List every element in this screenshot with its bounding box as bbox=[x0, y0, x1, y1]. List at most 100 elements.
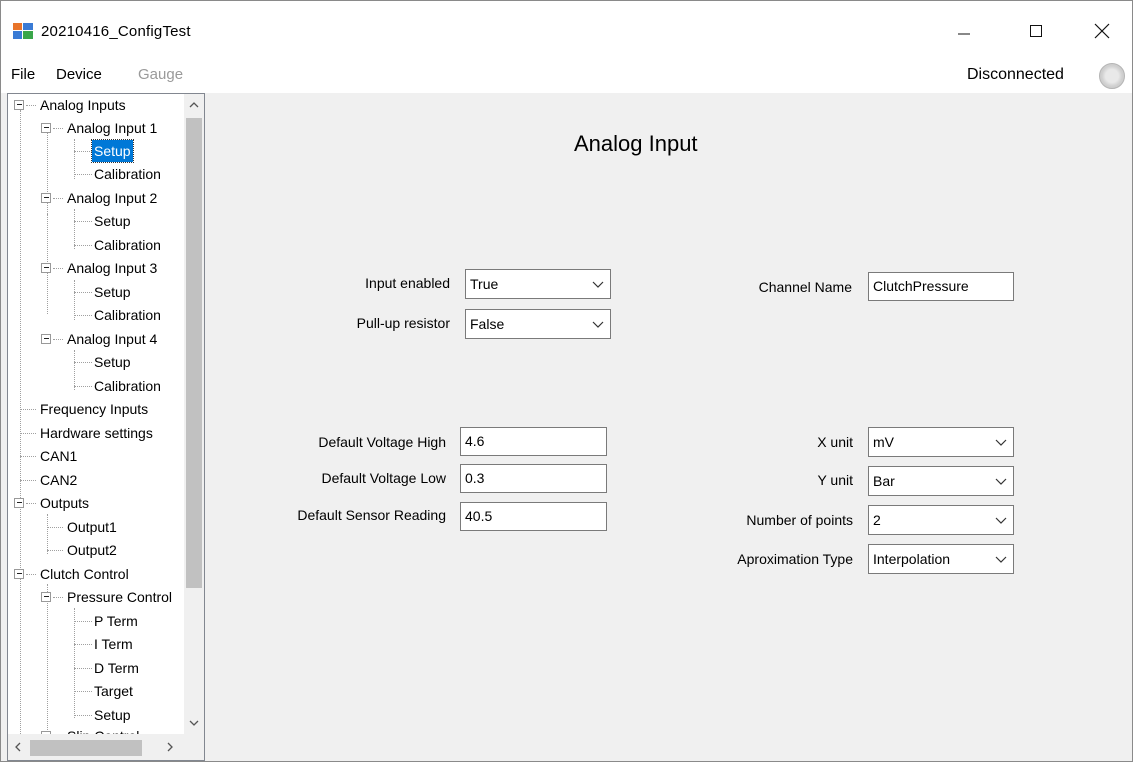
chevron-down-icon bbox=[189, 720, 199, 726]
approximation-type-value: Interpolation bbox=[873, 551, 951, 567]
tree-node-label: Setup bbox=[94, 354, 131, 370]
tree-connector bbox=[74, 209, 75, 249]
horizontal-scroll-thumb[interactable] bbox=[30, 740, 142, 756]
voltage-low-field[interactable]: 0.3 bbox=[460, 464, 607, 493]
tree-node-label: Hardware settings bbox=[40, 425, 153, 441]
tree-connector bbox=[74, 350, 75, 390]
tree-node-label: Calibration bbox=[94, 237, 161, 253]
chevron-left-icon bbox=[15, 742, 21, 752]
tree-items: Analog Inputs Analog Input 1 Setup Calib… bbox=[8, 94, 184, 734]
sensor-reading-field[interactable]: 40.5 bbox=[460, 502, 607, 531]
scroll-right-button[interactable] bbox=[160, 734, 180, 760]
number-of-points-value: 2 bbox=[873, 512, 881, 528]
sensor-reading-value: 40.5 bbox=[465, 508, 493, 524]
tree-connector bbox=[47, 514, 48, 554]
collapse-icon[interactable] bbox=[41, 193, 51, 203]
approximation-type-dropdown[interactable]: Interpolation bbox=[868, 544, 1014, 574]
menu-gauge[interactable]: Gauge bbox=[138, 66, 183, 83]
tree-node-label: Slip Control bbox=[65, 725, 141, 734]
y-unit-label: Y unit bbox=[817, 472, 853, 488]
tree-node-label: Calibration bbox=[94, 166, 161, 182]
x-unit-value: mV bbox=[873, 434, 894, 450]
menu-bar: File Device Gauge Disconnected bbox=[1, 59, 1132, 93]
x-unit-dropdown[interactable]: mV bbox=[868, 427, 1014, 457]
tree-connector bbox=[74, 608, 75, 718]
sensor-reading-label: Default Sensor Reading bbox=[297, 507, 446, 523]
tree-node-label: Target bbox=[94, 683, 133, 699]
scroll-left-button[interactable] bbox=[8, 734, 28, 760]
voltage-low-label: Default Voltage Low bbox=[321, 470, 446, 486]
number-of-points-label: Number of points bbox=[746, 512, 853, 528]
tree-connector bbox=[74, 139, 75, 179]
channel-name-field[interactable]: ClutchPressure bbox=[868, 272, 1014, 301]
collapse-icon[interactable] bbox=[41, 592, 51, 602]
tree-node-label: Calibration bbox=[94, 378, 161, 394]
close-icon bbox=[1094, 23, 1110, 39]
tree-node-label: Analog Input 1 bbox=[67, 120, 158, 136]
minimize-button[interactable] bbox=[941, 11, 987, 51]
tree-node-label: CAN1 bbox=[40, 448, 78, 464]
horizontal-scrollbar[interactable] bbox=[8, 734, 204, 760]
tree-node-label: Outputs bbox=[40, 495, 90, 511]
tree-node-label: Output1 bbox=[67, 519, 117, 535]
voltage-low-value: 0.3 bbox=[465, 470, 485, 486]
scroll-up-button[interactable] bbox=[184, 94, 204, 116]
scroll-corner bbox=[184, 734, 204, 760]
maximize-icon bbox=[1030, 25, 1042, 37]
tree-node-label: Setup bbox=[94, 707, 131, 723]
vertical-scroll-thumb[interactable] bbox=[186, 118, 202, 588]
menu-device[interactable]: Device bbox=[56, 66, 102, 83]
minimize-icon bbox=[958, 33, 970, 35]
voltage-high-label: Default Voltage High bbox=[318, 434, 446, 450]
tree-connector bbox=[47, 584, 48, 734]
tree-connector bbox=[74, 280, 75, 320]
collapse-icon[interactable] bbox=[41, 334, 51, 344]
input-enabled-dropdown[interactable]: True bbox=[465, 269, 611, 299]
tree-node-label: D Term bbox=[94, 660, 139, 676]
collapse-icon[interactable] bbox=[14, 498, 24, 508]
tree-node-label: Pressure Control bbox=[67, 589, 173, 605]
app-window: 20210416_ConfigTest File Device Gauge Di… bbox=[0, 0, 1133, 762]
window-title: 20210416_ConfigTest bbox=[41, 23, 191, 40]
maximize-button[interactable] bbox=[1013, 11, 1059, 51]
scroll-down-button[interactable] bbox=[184, 712, 204, 734]
page-title: Analog Input bbox=[574, 131, 698, 156]
chevron-down-icon bbox=[995, 478, 1007, 485]
tree-node-label: Analog Input 3 bbox=[67, 260, 158, 276]
collapse-icon[interactable] bbox=[14, 100, 24, 110]
navigation-tree[interactable]: Analog Inputs Analog Input 1 Setup Calib… bbox=[7, 93, 205, 761]
pullup-resistor-dropdown[interactable]: False bbox=[465, 309, 611, 339]
chevron-down-icon bbox=[995, 439, 1007, 446]
channel-name-value: ClutchPressure bbox=[873, 278, 969, 294]
channel-name-label: Channel Name bbox=[758, 279, 852, 295]
chevron-down-icon bbox=[995, 556, 1007, 563]
voltage-high-value: 4.6 bbox=[465, 433, 485, 449]
voltage-high-field[interactable]: 4.6 bbox=[460, 427, 607, 456]
tree-node-label: Setup bbox=[94, 284, 131, 300]
title-bar[interactable]: 20210416_ConfigTest bbox=[1, 1, 1132, 59]
tree-node-label: Output2 bbox=[67, 542, 117, 558]
chevron-down-icon bbox=[592, 281, 604, 288]
close-button[interactable] bbox=[1079, 11, 1125, 51]
pullup-resistor-label: Pull-up resistor bbox=[356, 315, 450, 331]
tree-node-label: Analog Input 4 bbox=[67, 331, 158, 347]
analog-input-panel: Analog Input Input enabled True Pull-up … bbox=[206, 93, 1132, 761]
connection-led-icon bbox=[1099, 63, 1125, 89]
tree-node-label: Analog Input 2 bbox=[67, 190, 158, 206]
tree-node-label: CAN2 bbox=[40, 472, 78, 488]
vertical-scrollbar[interactable] bbox=[184, 94, 204, 734]
tree-node-label: Analog Inputs bbox=[40, 97, 126, 113]
number-of-points-dropdown[interactable]: 2 bbox=[868, 505, 1014, 535]
menu-file[interactable]: File bbox=[11, 66, 35, 83]
tree-connector bbox=[20, 110, 21, 734]
tree-node-label: Clutch Control bbox=[40, 566, 129, 582]
collapse-icon[interactable] bbox=[41, 263, 51, 273]
collapse-icon[interactable] bbox=[41, 123, 51, 133]
approximation-type-label: Aproximation Type bbox=[737, 551, 853, 567]
input-enabled-label: Input enabled bbox=[365, 275, 450, 291]
x-unit-label: X unit bbox=[817, 434, 853, 450]
collapse-icon[interactable] bbox=[14, 569, 24, 579]
tree-node-label: I Term bbox=[94, 636, 133, 652]
y-unit-dropdown[interactable]: Bar bbox=[868, 466, 1014, 496]
app-window-icon bbox=[13, 23, 33, 39]
